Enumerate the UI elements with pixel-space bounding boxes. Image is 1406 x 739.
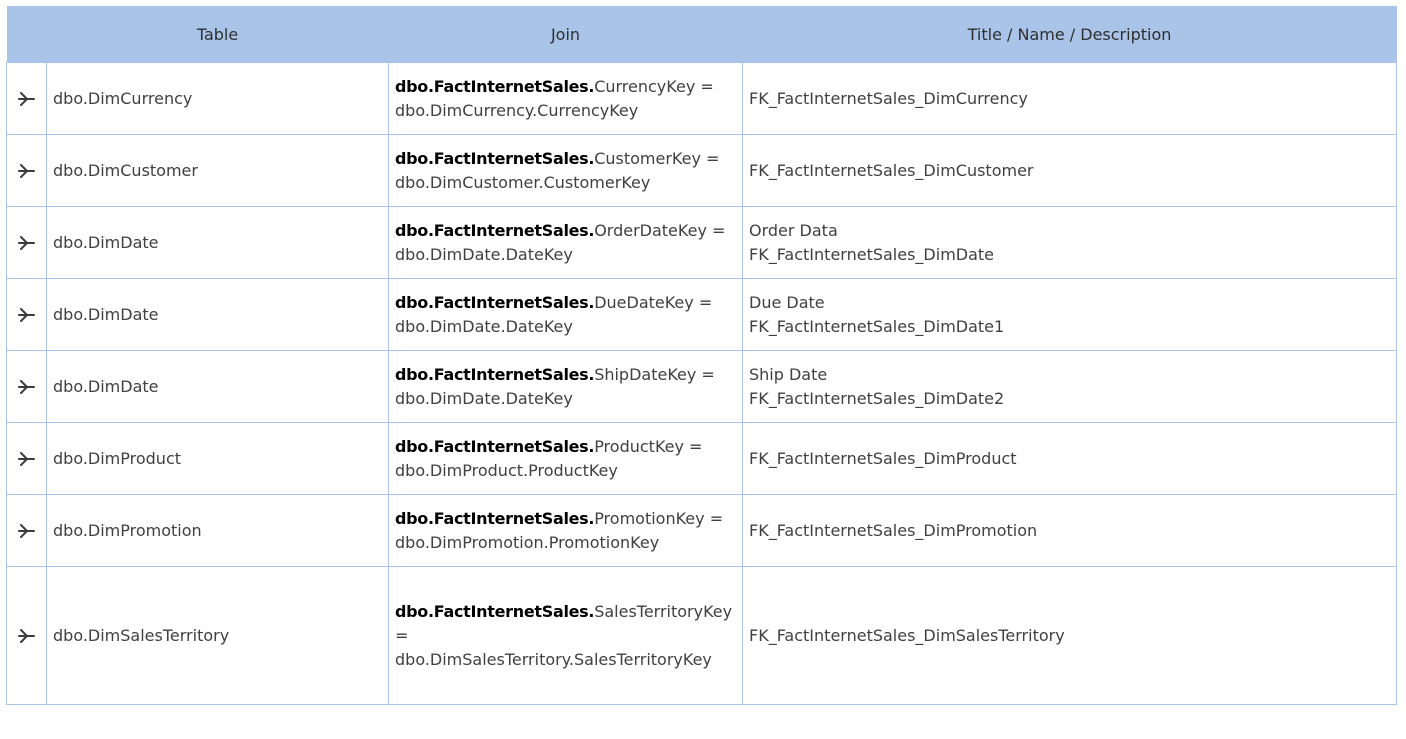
join-target: dbo.DimProduct.ProductKey [395, 460, 618, 480]
join-source-table: dbo.FactInternetSales. [395, 292, 595, 312]
related-table-text: dbo.DimCurrency [53, 88, 193, 108]
related-table-name: dbo.DimDate [46, 350, 389, 423]
join-source-column: DueDateKey = [594, 292, 713, 312]
relationship-name: FK_FactInternetSales_DimCustomer [749, 160, 1034, 180]
relationships-view: Table Join Title / Name / Description db… [0, 0, 1406, 739]
table-header: Table Join Title / Name / Description [6, 6, 1397, 63]
relationship-fork-icon [17, 524, 35, 538]
join-target: dbo.DimPromotion.PromotionKey [395, 532, 660, 552]
join-condition: dbo.FactInternetSales.OrderDateKey = dbo… [388, 206, 743, 279]
related-table-text: dbo.DimDate [53, 304, 159, 324]
join-target: dbo.DimSalesTerritory.SalesTerritoryKey [395, 649, 712, 669]
relationship-title: Due Date [749, 292, 825, 312]
join-condition: dbo.FactInternetSales.CustomerKey = dbo.… [388, 134, 743, 207]
relationship-name: FK_FactInternetSales_DimSalesTerritory [749, 625, 1065, 645]
related-table-name: dbo.DimDate [46, 278, 389, 351]
relationship-fork-icon [17, 629, 35, 643]
relationship-fork-icon [17, 308, 35, 322]
join-source-column: CustomerKey = [594, 148, 720, 168]
relationship-fork-icon [17, 92, 35, 106]
related-table-name: dbo.DimSalesTerritory [46, 566, 389, 705]
relationship-name: FK_FactInternetSales_DimDate1 [749, 316, 1005, 336]
row-icon-cell [6, 566, 47, 705]
join-source-table: dbo.FactInternetSales. [395, 601, 595, 621]
row-icon-cell [6, 62, 47, 135]
column-header-join[interactable]: Join [388, 6, 743, 63]
related-table-text: dbo.DimDate [53, 376, 159, 396]
related-table-name: dbo.DimCustomer [46, 134, 389, 207]
join-condition: dbo.FactInternetSales.CurrencyKey = dbo.… [388, 62, 743, 135]
join-target: dbo.DimCurrency.CurrencyKey [395, 100, 639, 120]
table-row[interactable]: dbo.DimProduct dbo.FactInternetSales.Pro… [6, 422, 1397, 495]
relationship-fork-icon [17, 236, 35, 250]
relationship-fork-icon [17, 164, 35, 178]
row-icon-cell [6, 278, 47, 351]
related-table-name: dbo.DimDate [46, 206, 389, 279]
join-source-table: dbo.FactInternetSales. [395, 436, 595, 456]
relationship-name: FK_FactInternetSales_DimPromotion [749, 520, 1038, 540]
table-row[interactable]: dbo.DimCustomer dbo.FactInternetSales.Cu… [6, 134, 1397, 207]
join-condition: dbo.FactInternetSales.ShipDateKey = dbo.… [388, 350, 743, 423]
relationship-title: Order Data [749, 220, 838, 240]
relationship-fork-icon [17, 380, 35, 394]
join-condition: dbo.FactInternetSales.PromotionKey = dbo… [388, 494, 743, 567]
related-table-text: dbo.DimPromotion [53, 520, 202, 540]
join-condition: dbo.FactInternetSales.DueDateKey = dbo.D… [388, 278, 743, 351]
column-header-icon [6, 6, 47, 63]
relationship-description: FK_FactInternetSales_DimProduct [742, 422, 1397, 495]
row-icon-cell [6, 134, 47, 207]
join-source-column: ProductKey = [594, 436, 703, 456]
relationship-description: Order Data FK_FactInternetSales_DimDate [742, 206, 1397, 279]
join-source-column: ShipDateKey = [594, 364, 715, 384]
relationship-description: FK_FactInternetSales_DimPromotion [742, 494, 1397, 567]
join-source-table: dbo.FactInternetSales. [395, 364, 595, 384]
join-source-table: dbo.FactInternetSales. [395, 220, 595, 240]
join-condition: dbo.FactInternetSales.SalesTerritoryKey … [388, 566, 743, 705]
relationship-fork-icon [17, 452, 35, 466]
related-table-name: dbo.DimCurrency [46, 62, 389, 135]
relationship-title: Ship Date [749, 364, 828, 384]
join-source-column: PromotionKey = [594, 508, 724, 528]
join-source-table: dbo.FactInternetSales. [395, 76, 595, 96]
table-row[interactable]: dbo.DimCurrency dbo.FactInternetSales.Cu… [6, 62, 1397, 135]
column-header-table[interactable]: Table [46, 6, 389, 63]
related-table-name: dbo.DimProduct [46, 422, 389, 495]
join-target: dbo.DimDate.DateKey [395, 244, 573, 264]
related-table-text: dbo.DimDate [53, 232, 159, 252]
join-target: dbo.DimCustomer.CustomerKey [395, 172, 651, 192]
related-table-text: dbo.DimSalesTerritory [53, 625, 230, 645]
related-table-text: dbo.DimCustomer [53, 160, 198, 180]
column-header-description[interactable]: Title / Name / Description [742, 6, 1397, 63]
join-target: dbo.DimDate.DateKey [395, 316, 573, 336]
relationship-name: FK_FactInternetSales_DimProduct [749, 448, 1017, 468]
row-icon-cell [6, 494, 47, 567]
related-table-name: dbo.DimPromotion [46, 494, 389, 567]
related-table-text: dbo.DimProduct [53, 448, 182, 468]
relationship-name: FK_FactInternetSales_DimDate [749, 244, 995, 264]
join-source-column: OrderDateKey = [594, 220, 726, 240]
relationship-description: FK_FactInternetSales_DimCurrency [742, 62, 1397, 135]
table-body: dbo.DimCurrency dbo.FactInternetSales.Cu… [6, 62, 1397, 705]
relationship-name: FK_FactInternetSales_DimDate2 [749, 388, 1005, 408]
join-condition: dbo.FactInternetSales.ProductKey = dbo.D… [388, 422, 743, 495]
join-source-table: dbo.FactInternetSales. [395, 508, 595, 528]
table-row[interactable]: dbo.DimDate dbo.FactInternetSales.OrderD… [6, 206, 1397, 279]
relationships-table: Table Join Title / Name / Description db… [6, 6, 1397, 705]
relationship-description: Ship Date FK_FactInternetSales_DimDate2 [742, 350, 1397, 423]
relationship-description: FK_FactInternetSales_DimCustomer [742, 134, 1397, 207]
join-target: dbo.DimDate.DateKey [395, 388, 573, 408]
row-icon-cell [6, 206, 47, 279]
row-icon-cell [6, 350, 47, 423]
join-source-column: CurrencyKey = [594, 76, 714, 96]
join-source-table: dbo.FactInternetSales. [395, 148, 595, 168]
table-row[interactable]: dbo.DimDate dbo.FactInternetSales.DueDat… [6, 278, 1397, 351]
relationship-description: FK_FactInternetSales_DimSalesTerritory [742, 566, 1397, 705]
table-row[interactable]: dbo.DimSalesTerritory dbo.FactInternetSa… [6, 566, 1397, 705]
relationship-name: FK_FactInternetSales_DimCurrency [749, 88, 1028, 108]
row-icon-cell [6, 422, 47, 495]
relationship-description: Due Date FK_FactInternetSales_DimDate1 [742, 278, 1397, 351]
table-row[interactable]: dbo.DimDate dbo.FactInternetSales.ShipDa… [6, 350, 1397, 423]
table-row[interactable]: dbo.DimPromotion dbo.FactInternetSales.P… [6, 494, 1397, 567]
